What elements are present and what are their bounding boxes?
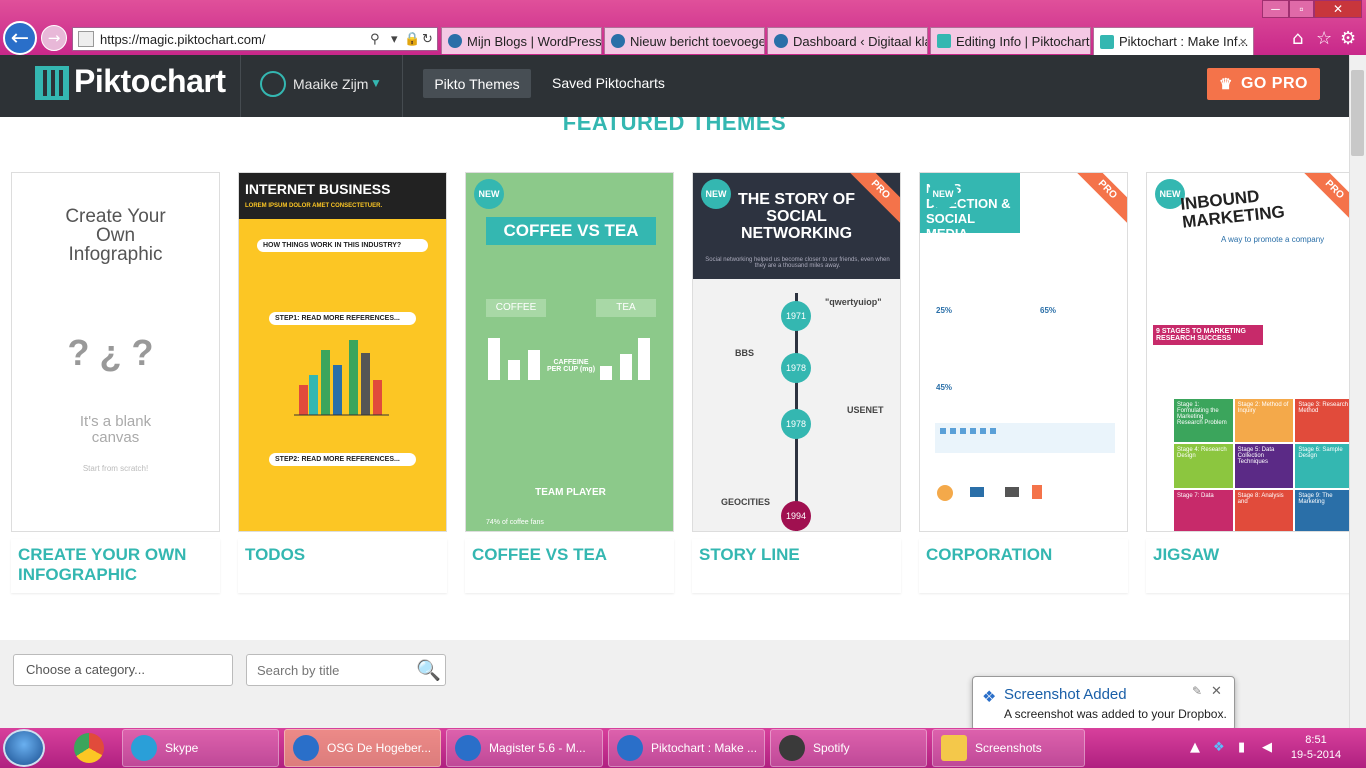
battery-icon[interactable]: ▮	[1238, 740, 1245, 755]
home-icon[interactable]: ⌂	[1292, 28, 1303, 49]
user-menu[interactable]: Maaike Zijm	[293, 76, 368, 92]
tab-dashboard[interactable]: Dashboard ‹ Digitaal kla...	[767, 27, 928, 54]
forward-button[interactable]: →	[41, 25, 67, 51]
theme-name[interactable]: STORY LINE	[692, 539, 901, 593]
tab-editing-info[interactable]: Editing Info | Piktochart...	[930, 27, 1091, 54]
theme-thumbnail[interactable]: NEW COFFEE VS TEA COFFEE TEA CAFFEINE PE…	[465, 172, 674, 532]
pin-icon[interactable]: ✎	[1192, 684, 1202, 698]
tab-wordpress[interactable]: Mijn Blogs | WordPress....	[441, 27, 602, 54]
piktochart-icon	[1100, 34, 1114, 49]
ie-icon	[617, 735, 643, 761]
main-content: FEATURED THEMES Create Your Own Infograp…	[0, 117, 1349, 728]
category-select[interactable]: Choose a category...	[13, 654, 233, 686]
volume-icon[interactable]: ◀	[1262, 740, 1272, 755]
theme-card-create-own[interactable]: Create Your Own Infographic ?¿? It's a b…	[11, 172, 220, 593]
theme-thumbnail[interactable]: NEW PRO INBOUND MARKETING A way to promo…	[1146, 172, 1349, 532]
nav-pikto-themes[interactable]: Pikto Themes	[423, 69, 531, 98]
coffee-tea-bars-graphic	[488, 338, 650, 380]
chrome-icon[interactable]	[74, 733, 104, 763]
go-pro-button[interactable]: ♛ GO PRO	[1207, 68, 1320, 100]
dropbox-icon: ❖	[982, 689, 997, 706]
piktochart-icon	[937, 34, 951, 48]
search-icon[interactable]: ⚲	[370, 32, 380, 47]
settings-gear-icon[interactable]: ⚙	[1340, 28, 1356, 49]
wordpress-icon	[774, 34, 788, 48]
theme-thumbnail[interactable]: INTERNET BUSINESS LOREM IPSUM DOLOR AMET…	[238, 172, 447, 532]
minimize-button[interactable]: ─	[1262, 0, 1289, 18]
ie-icon	[455, 735, 481, 761]
clock[interactable]: 8:51 19-5-2014	[1286, 733, 1346, 763]
folder-icon	[941, 735, 967, 761]
new-badge: NEW	[474, 179, 504, 209]
theme-name[interactable]: CORPORATION	[919, 539, 1128, 593]
header-divider	[240, 55, 241, 117]
theme-thumbnail[interactable]: THE STORY OF SOCIAL NETWORKING NEW PRO S…	[692, 172, 901, 532]
pro-badge: PRO	[1072, 173, 1127, 225]
dropdown-icon[interactable]: ▾	[391, 32, 398, 47]
section-title: FEATURED THEMES	[562, 117, 787, 135]
theme-card-coffee-vs-tea[interactable]: NEW COFFEE VS TEA COFFEE TEA CAFFEINE PE…	[465, 172, 674, 593]
taskbar-magister[interactable]: Magister 5.6 - M...	[446, 729, 603, 767]
theme-name[interactable]: JIGSAW	[1146, 539, 1349, 593]
header-divider	[402, 55, 403, 117]
theme-card-todos[interactable]: INTERNET BUSINESS LOREM IPSUM DOLOR AMET…	[238, 172, 447, 593]
theme-name[interactable]: COFFEE VS TEA	[465, 539, 674, 593]
jigsaw-puzzle-graphic: Stage 1: Formulating the Marketing Resea…	[1174, 399, 1349, 531]
new-badge: NEW	[928, 179, 958, 209]
theme-thumbnail[interactable]: NESS DIRECTION & SOCIAL MEDIA NEW PRO 25…	[919, 172, 1128, 532]
taskbar-spotify[interactable]: Spotify	[770, 729, 927, 767]
maximize-button[interactable]: ▫	[1289, 0, 1314, 18]
skype-icon	[131, 735, 157, 761]
theme-card-jigsaw[interactable]: NEW PRO INBOUND MARKETING A way to promo…	[1146, 172, 1349, 593]
favorites-star-icon[interactable]: ☆	[1316, 28, 1332, 49]
lock-icon: 🔒	[404, 31, 421, 47]
theme-name[interactable]: TODOS	[238, 539, 447, 593]
show-hidden-icons[interactable]: ▲	[1190, 740, 1200, 755]
corporation-icons-graphic	[935, 423, 1115, 501]
notification-title: Screenshot Added	[1004, 686, 1127, 703]
ie-icon	[293, 735, 319, 761]
back-button[interactable]: ←	[3, 21, 37, 55]
tab-piktochart[interactable]: Piktochart : Make Inf... ×	[1093, 27, 1254, 55]
theme-thumbnail[interactable]: Create Your Own Infographic ?¿? It's a b…	[11, 172, 220, 532]
bar-chart-graphic	[294, 340, 389, 416]
theme-card-corporation[interactable]: NESS DIRECTION & SOCIAL MEDIA NEW PRO 25…	[919, 172, 1128, 593]
taskbar-screenshots[interactable]: Screenshots	[932, 729, 1085, 767]
taskbar-piktochart[interactable]: Piktochart : Make ...	[608, 729, 765, 767]
close-tab-icon[interactable]: ×	[1239, 34, 1247, 49]
refresh-icon[interactable]: ↻	[422, 32, 433, 47]
new-badge: NEW	[701, 179, 731, 209]
user-avatar-icon[interactable]	[260, 71, 286, 97]
tab-nieuw-bericht[interactable]: Nieuw bericht toevoege...	[604, 27, 765, 54]
page-icon	[78, 31, 94, 47]
search-field[interactable]	[257, 655, 417, 685]
close-window-button[interactable]: ✕	[1314, 0, 1362, 18]
chevron-down-icon[interactable]: ▼	[370, 76, 382, 90]
taskbar-skype[interactable]: Skype	[122, 729, 279, 767]
close-notification-icon[interactable]: ✕	[1211, 683, 1222, 699]
url-text: https://magic.piktochart.com/	[100, 31, 266, 47]
wordpress-icon	[611, 34, 625, 48]
address-bar[interactable]: https://magic.piktochart.com/ ⚲ ▾ 🔒 ↻	[72, 27, 438, 51]
logo-text[interactable]: Piktochart	[74, 63, 226, 100]
question-marks-icon: ?¿?	[67, 332, 164, 373]
start-button[interactable]	[3, 729, 45, 767]
wordpress-icon	[448, 34, 462, 48]
theme-card-story-line[interactable]: THE STORY OF SOCIAL NETWORKING NEW PRO S…	[692, 172, 901, 593]
spotify-icon	[779, 735, 805, 761]
crown-icon: ♛	[1219, 76, 1233, 93]
theme-name[interactable]: CREATE YOUR OWN INFOGRAPHIC	[11, 539, 220, 593]
search-icon[interactable]: 🔍	[416, 658, 441, 682]
piktochart-logo-icon[interactable]	[35, 66, 69, 100]
taskbar-osg[interactable]: OSG De Hogeber...	[284, 729, 441, 767]
scrollbar-thumb[interactable]	[1351, 70, 1364, 156]
nav-saved-piktocharts[interactable]: Saved Piktocharts	[552, 75, 665, 91]
dropbox-tray-icon[interactable]: ❖	[1213, 740, 1225, 755]
notification-message: A screenshot was added to your Dropbox.	[1004, 707, 1227, 721]
